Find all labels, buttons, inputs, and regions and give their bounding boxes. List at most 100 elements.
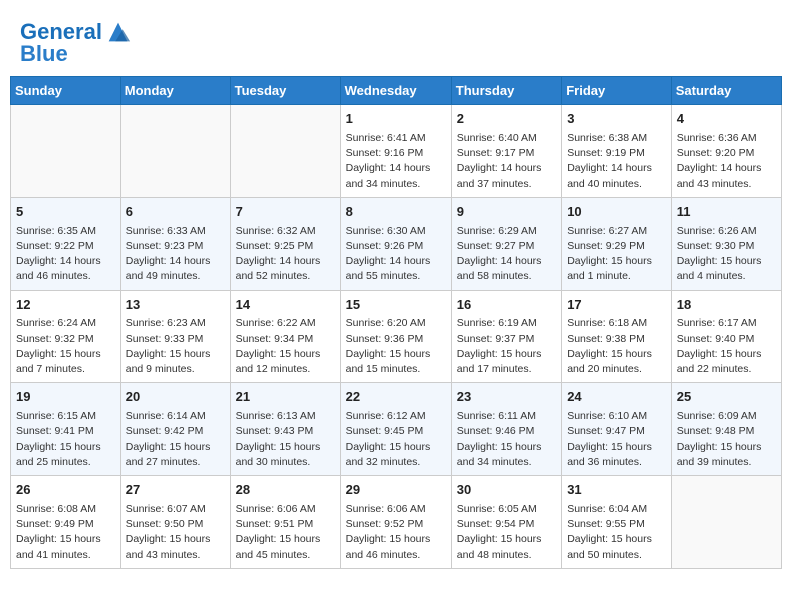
- calendar-week-row: 26 Sunrise: 6:08 AM Sunset: 9:49 PM Dayli…: [11, 476, 782, 569]
- cell-content: Sunrise: 6:36 AM Sunset: 9:20 PM Dayligh…: [677, 131, 776, 192]
- day-number: 24: [567, 388, 666, 407]
- cell-content: Sunrise: 6:35 AM Sunset: 9:22 PM Dayligh…: [16, 224, 115, 285]
- calendar-cell: 8 Sunrise: 6:30 AM Sunset: 9:26 PM Daylig…: [340, 197, 451, 290]
- page-header: General Blue: [10, 10, 782, 70]
- day-of-week-header: Sunday: [11, 77, 121, 105]
- calendar-cell: 27 Sunrise: 6:07 AM Sunset: 9:50 PM Dayli…: [120, 476, 230, 569]
- cell-content: Sunrise: 6:29 AM Sunset: 9:27 PM Dayligh…: [457, 224, 556, 285]
- day-number: 2: [457, 110, 556, 129]
- day-number: 20: [126, 388, 225, 407]
- cell-content: Sunrise: 6:10 AM Sunset: 9:47 PM Dayligh…: [567, 409, 666, 470]
- cell-content: Sunrise: 6:40 AM Sunset: 9:17 PM Dayligh…: [457, 131, 556, 192]
- cell-content: Sunrise: 6:09 AM Sunset: 9:48 PM Dayligh…: [677, 409, 776, 470]
- day-of-week-header: Tuesday: [230, 77, 340, 105]
- logo: General Blue: [20, 18, 132, 66]
- day-number: 22: [346, 388, 446, 407]
- day-number: 11: [677, 203, 776, 222]
- day-number: 4: [677, 110, 776, 129]
- cell-content: Sunrise: 6:15 AM Sunset: 9:41 PM Dayligh…: [16, 409, 115, 470]
- calendar-cell: [230, 105, 340, 198]
- cell-content: Sunrise: 6:32 AM Sunset: 9:25 PM Dayligh…: [236, 224, 335, 285]
- calendar-cell: 14Sunrise: 6:22 AM Sunset: 9:34 PM Dayli…: [230, 290, 340, 383]
- cell-content: Sunrise: 6:05 AM Sunset: 9:54 PM Dayligh…: [457, 502, 556, 563]
- day-number: 27: [126, 481, 225, 500]
- calendar-cell: 26 Sunrise: 6:08 AM Sunset: 9:49 PM Dayli…: [11, 476, 121, 569]
- calendar-cell: 24 Sunrise: 6:10 AM Sunset: 9:47 PM Dayli…: [562, 383, 672, 476]
- day-number: 14: [236, 296, 335, 315]
- calendar-cell: 3 Sunrise: 6:38 AM Sunset: 9:19 PM Daylig…: [562, 105, 672, 198]
- calendar-cell: 6 Sunrise: 6:33 AM Sunset: 9:23 PM Daylig…: [120, 197, 230, 290]
- day-number: 19: [16, 388, 115, 407]
- day-number: 9: [457, 203, 556, 222]
- calendar-cell: 29Sunrise: 6:06 AM Sunset: 9:52 PM Dayli…: [340, 476, 451, 569]
- calendar-cell: 4 Sunrise: 6:36 AM Sunset: 9:20 PM Daylig…: [671, 105, 781, 198]
- calendar-cell: 31 Sunrise: 6:04 AM Sunset: 9:55 PM Dayli…: [562, 476, 672, 569]
- day-number: 10: [567, 203, 666, 222]
- calendar-cell: 23Sunrise: 6:11 AM Sunset: 9:46 PM Dayli…: [451, 383, 561, 476]
- cell-content: Sunrise: 6:04 AM Sunset: 9:55 PM Dayligh…: [567, 502, 666, 563]
- cell-content: Sunrise: 6:22 AM Sunset: 9:34 PM Dayligh…: [236, 316, 335, 377]
- calendar-cell: 20Sunrise: 6:14 AM Sunset: 9:42 PM Dayli…: [120, 383, 230, 476]
- cell-content: Sunrise: 6:08 AM Sunset: 9:49 PM Dayligh…: [16, 502, 115, 563]
- calendar-cell: 1 Sunrise: 6:41 AM Sunset: 9:16 PM Daylig…: [340, 105, 451, 198]
- cell-content: Sunrise: 6:23 AM Sunset: 9:33 PM Dayligh…: [126, 316, 225, 377]
- calendar-table: SundayMondayTuesdayWednesdayThursdayFrid…: [10, 76, 782, 569]
- cell-content: Sunrise: 6:07 AM Sunset: 9:50 PM Dayligh…: [126, 502, 225, 563]
- calendar-cell: 25 Sunrise: 6:09 AM Sunset: 9:48 PM Dayli…: [671, 383, 781, 476]
- calendar-cell: [11, 105, 121, 198]
- cell-content: Sunrise: 6:38 AM Sunset: 9:19 PM Dayligh…: [567, 131, 666, 192]
- cell-content: Sunrise: 6:20 AM Sunset: 9:36 PM Dayligh…: [346, 316, 446, 377]
- day-of-week-header: Friday: [562, 77, 672, 105]
- day-number: 30: [457, 481, 556, 500]
- day-number: 26: [16, 481, 115, 500]
- calendar-cell: [671, 476, 781, 569]
- cell-content: Sunrise: 6:17 AM Sunset: 9:40 PM Dayligh…: [677, 316, 776, 377]
- calendar-cell: 11 Sunrise: 6:26 AM Sunset: 9:30 PM Dayli…: [671, 197, 781, 290]
- calendar-cell: 15Sunrise: 6:20 AM Sunset: 9:36 PM Dayli…: [340, 290, 451, 383]
- calendar-week-row: 1 Sunrise: 6:41 AM Sunset: 9:16 PM Daylig…: [11, 105, 782, 198]
- calendar-cell: 7 Sunrise: 6:32 AM Sunset: 9:25 PM Daylig…: [230, 197, 340, 290]
- cell-content: Sunrise: 6:18 AM Sunset: 9:38 PM Dayligh…: [567, 316, 666, 377]
- day-number: 8: [346, 203, 446, 222]
- cell-content: Sunrise: 6:26 AM Sunset: 9:30 PM Dayligh…: [677, 224, 776, 285]
- cell-content: Sunrise: 6:06 AM Sunset: 9:52 PM Dayligh…: [346, 502, 446, 563]
- calendar-week-row: 12Sunrise: 6:24 AM Sunset: 9:32 PM Dayli…: [11, 290, 782, 383]
- calendar-cell: 9 Sunrise: 6:29 AM Sunset: 9:27 PM Daylig…: [451, 197, 561, 290]
- cell-content: Sunrise: 6:27 AM Sunset: 9:29 PM Dayligh…: [567, 224, 666, 285]
- cell-content: Sunrise: 6:12 AM Sunset: 9:45 PM Dayligh…: [346, 409, 446, 470]
- cell-content: Sunrise: 6:24 AM Sunset: 9:32 PM Dayligh…: [16, 316, 115, 377]
- logo-text-blue: Blue: [20, 42, 68, 66]
- calendar-cell: 10 Sunrise: 6:27 AM Sunset: 9:29 PM Dayli…: [562, 197, 672, 290]
- day-number: 23: [457, 388, 556, 407]
- day-number: 13: [126, 296, 225, 315]
- cell-content: Sunrise: 6:30 AM Sunset: 9:26 PM Dayligh…: [346, 224, 446, 285]
- day-number: 15: [346, 296, 446, 315]
- day-of-week-header: Saturday: [671, 77, 781, 105]
- calendar-cell: 2 Sunrise: 6:40 AM Sunset: 9:17 PM Daylig…: [451, 105, 561, 198]
- day-number: 6: [126, 203, 225, 222]
- day-number: 12: [16, 296, 115, 315]
- day-number: 7: [236, 203, 335, 222]
- calendar-cell: 28Sunrise: 6:06 AM Sunset: 9:51 PM Dayli…: [230, 476, 340, 569]
- logo-icon: [104, 18, 132, 46]
- calendar-cell: 16Sunrise: 6:19 AM Sunset: 9:37 PM Dayli…: [451, 290, 561, 383]
- cell-content: Sunrise: 6:41 AM Sunset: 9:16 PM Dayligh…: [346, 131, 446, 192]
- calendar-cell: 18Sunrise: 6:17 AM Sunset: 9:40 PM Dayli…: [671, 290, 781, 383]
- calendar-cell: 12Sunrise: 6:24 AM Sunset: 9:32 PM Dayli…: [11, 290, 121, 383]
- calendar-week-row: 5Sunrise: 6:35 AM Sunset: 9:22 PM Daylig…: [11, 197, 782, 290]
- day-number: 1: [346, 110, 446, 129]
- day-of-week-header: Wednesday: [340, 77, 451, 105]
- calendar-cell: 17Sunrise: 6:18 AM Sunset: 9:38 PM Dayli…: [562, 290, 672, 383]
- day-number: 31: [567, 481, 666, 500]
- calendar-cell: 21Sunrise: 6:13 AM Sunset: 9:43 PM Dayli…: [230, 383, 340, 476]
- calendar-cell: [120, 105, 230, 198]
- day-number: 21: [236, 388, 335, 407]
- cell-content: Sunrise: 6:19 AM Sunset: 9:37 PM Dayligh…: [457, 316, 556, 377]
- calendar-cell: 30 Sunrise: 6:05 AM Sunset: 9:54 PM Dayli…: [451, 476, 561, 569]
- day-number: 25: [677, 388, 776, 407]
- calendar-body: 1 Sunrise: 6:41 AM Sunset: 9:16 PM Daylig…: [11, 105, 782, 569]
- cell-content: Sunrise: 6:33 AM Sunset: 9:23 PM Dayligh…: [126, 224, 225, 285]
- day-number: 16: [457, 296, 556, 315]
- calendar-cell: 13Sunrise: 6:23 AM Sunset: 9:33 PM Dayli…: [120, 290, 230, 383]
- day-number: 3: [567, 110, 666, 129]
